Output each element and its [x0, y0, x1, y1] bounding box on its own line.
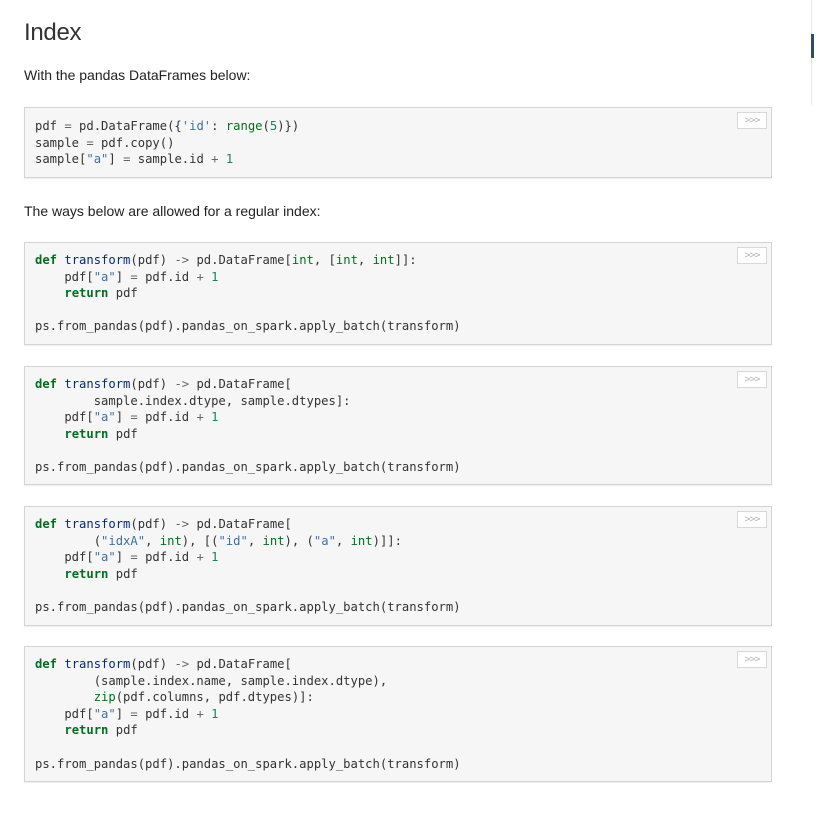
code-line: def transform(pdf) -> pd.DataFrame[int, … — [35, 253, 417, 267]
allowed-ways-paragraph: The ways below are allowed for a regular… — [24, 203, 321, 219]
code-text: def transform(pdf) -> pd.DataFrame[int, … — [25, 243, 771, 335]
code-block-setup: >>> pdf = pd.DataFrame({'id': range(5)})… — [24, 107, 772, 178]
code-line: pdf["a"] = pdf.id + 1 — [35, 706, 219, 721]
copy-button[interactable]: >>> — [737, 511, 767, 528]
code-line: def transform(pdf) -> pd.DataFrame[ — [35, 657, 292, 671]
code-line: pdf["a"] = pdf.id + 1 — [35, 269, 219, 284]
code-block-example-3: >>> def transform(pdf) -> pd.DataFrame[ … — [24, 506, 772, 626]
code-line: ps.from_pandas(pdf).pandas_on_spark.appl… — [35, 599, 461, 614]
code-text: def transform(pdf) -> pd.DataFrame[ (sam… — [25, 647, 771, 772]
code-block-example-4: >>> def transform(pdf) -> pd.DataFrame[ … — [24, 646, 772, 782]
code-line: ps.from_pandas(pdf).pandas_on_spark.appl… — [35, 756, 461, 771]
code-line: pdf["a"] = pdf.id + 1 — [35, 410, 219, 425]
code-line: zip(pdf.columns, pdf.dtypes)]: — [93, 690, 314, 705]
code-line: return pdf — [64, 286, 138, 301]
code-line: sample["a"] = sample.id + 1 — [35, 152, 234, 167]
code-line: return pdf — [64, 566, 138, 581]
intro-paragraph: With the pandas DataFrames below: — [24, 67, 251, 83]
code-line: def transform(pdf) -> pd.DataFrame[ — [35, 377, 292, 391]
code-text: pdf = pd.DataFrame({'id': range(5)}) sam… — [25, 108, 771, 168]
toc-active-indicator — [811, 34, 814, 58]
code-line: pdf["a"] = pdf.id + 1 — [35, 550, 219, 565]
copy-button[interactable]: >>> — [737, 651, 767, 668]
code-line: sample = pdf.copy() — [35, 135, 175, 150]
copy-button[interactable]: >>> — [737, 112, 767, 129]
code-block-example-1: >>> def transform(pdf) -> pd.DataFrame[i… — [24, 242, 772, 345]
code-text: def transform(pdf) -> pd.DataFrame[ ("id… — [25, 507, 771, 616]
code-line: ps.from_pandas(pdf).pandas_on_spark.appl… — [35, 459, 461, 474]
code-block-example-2: >>> def transform(pdf) -> pd.DataFrame[ … — [24, 366, 772, 485]
code-line: (sample.index.name, sample.index.dtype), — [35, 673, 388, 688]
section-heading: Index — [24, 19, 82, 46]
copy-button[interactable]: >>> — [737, 371, 767, 388]
code-line: sample.index.dtype, sample.dtypes]: — [35, 393, 351, 408]
code-text: def transform(pdf) -> pd.DataFrame[ samp… — [25, 367, 771, 476]
code-line: return pdf — [64, 723, 138, 738]
code-line: ("idxA", int), [("id", int), ("a", int)]… — [35, 533, 402, 548]
code-line: ps.from_pandas(pdf).pandas_on_spark.appl… — [35, 319, 461, 334]
code-line: return pdf — [64, 426, 138, 441]
code-line: def transform(pdf) -> pd.DataFrame[ — [35, 517, 292, 531]
copy-button[interactable]: >>> — [737, 247, 767, 264]
code-line: pdf = pd.DataFrame({'id': range(5)}) — [35, 119, 300, 133]
